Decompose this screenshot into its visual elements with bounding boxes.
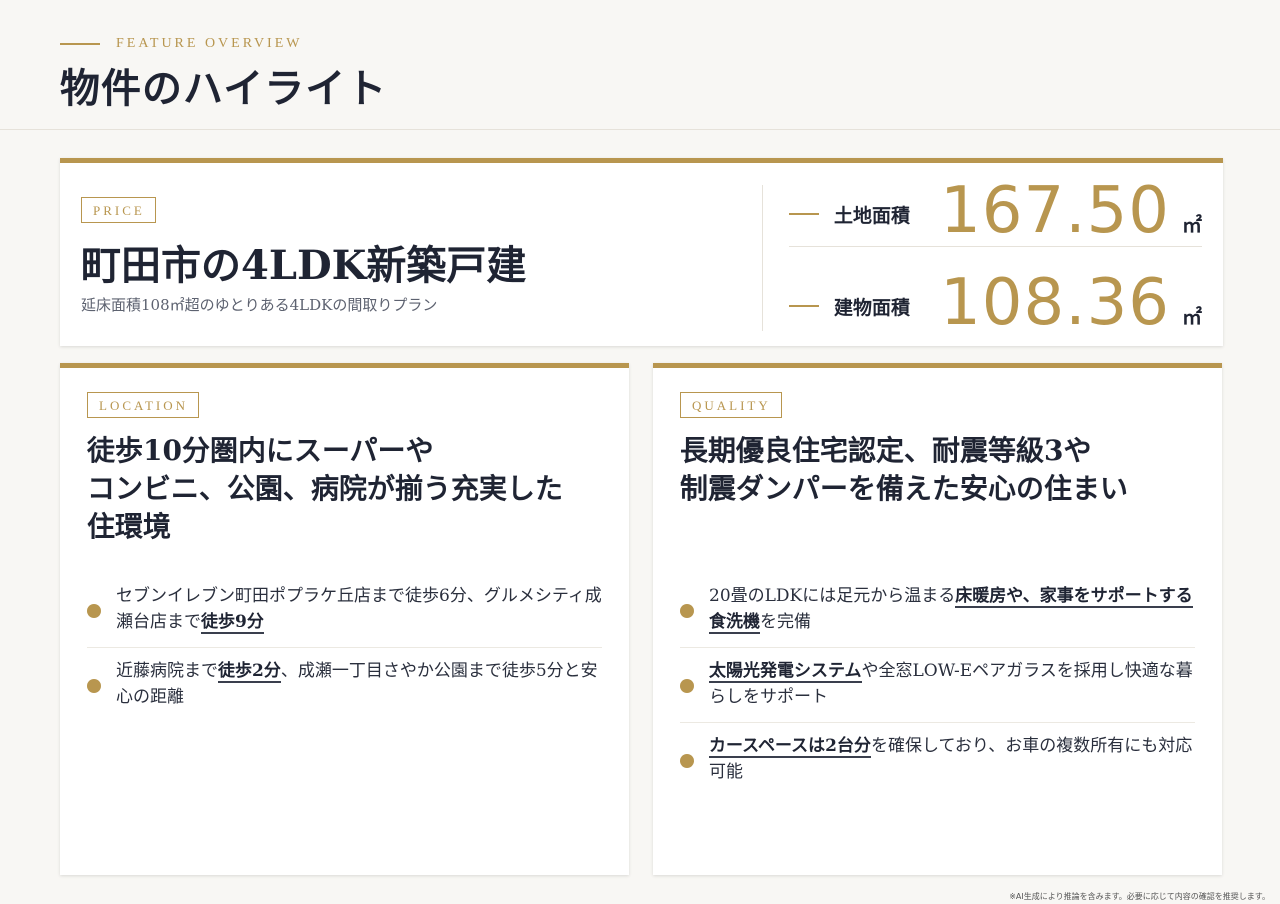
bullet-text: を完備 bbox=[760, 612, 811, 632]
list-item: 20畳のLDKには足元から温まる床暖房や、家事をサポートする食洗機を完備 bbox=[680, 573, 1195, 648]
bullet-dot-icon bbox=[87, 679, 101, 693]
list-item: カースペースは2台分を確保しており、お車の複数所有にも対応可能 bbox=[680, 723, 1195, 797]
area-label: 土地面積 bbox=[834, 205, 911, 227]
list-item: セブンイレブン町田ポプラケ丘店まで徒歩6分、グルメシティ成瀬台店まで徒歩9分 bbox=[87, 573, 602, 648]
land-area-row: 土地面積 167.50 ㎡ bbox=[789, 175, 1202, 247]
eyebrow-line bbox=[60, 43, 100, 45]
bullet-highlight: カースペースは2台分 bbox=[709, 736, 871, 758]
price-subtitle: 延床面積108㎡超のゆとりある4LDKの間取りプラン bbox=[81, 296, 438, 314]
title-line: 徒歩10分圏内にスーパーや bbox=[87, 434, 434, 467]
location-tag: LOCATION bbox=[87, 392, 199, 418]
area-label: 建物面積 bbox=[834, 297, 911, 319]
bullet-dot-icon bbox=[680, 754, 694, 768]
title-line: 制震ダンパーを備えた安心の住まい bbox=[680, 472, 1129, 505]
bullet-highlight: 徒歩9分 bbox=[201, 612, 264, 634]
bullet-text: 20畳のLDKには足元から温まる bbox=[709, 586, 956, 606]
bullet-highlight: 徒歩2分 bbox=[218, 661, 281, 683]
location-bullets: セブンイレブン町田ポプラケ丘店まで徒歩6分、グルメシティ成瀬台店まで徒歩9分 近… bbox=[87, 573, 602, 722]
location-title: 徒歩10分圏内にスーパーや コンビニ、公園、病院が揃う充実した 住環境 bbox=[87, 432, 617, 546]
location-card: LOCATION 徒歩10分圏内にスーパーや コンビニ、公園、病院が揃う充実した… bbox=[60, 363, 629, 875]
title-line: 長期優良住宅認定、耐震等級3や bbox=[680, 434, 1092, 467]
quality-card: QUALITY 長期優良住宅認定、耐震等級3や 制震ダンパーを備えた安心の住まい… bbox=[653, 363, 1222, 875]
disclaimer: ※AI生成により推論を含みます。必要に応じて内容の確認を推奨します。 bbox=[1009, 892, 1270, 901]
vertical-divider bbox=[762, 185, 763, 331]
title-line: 住環境 bbox=[87, 510, 172, 543]
bullet-text: セブンイレブン町田ポプラケ丘店まで徒歩6分、グルメシティ成瀬台店まで bbox=[116, 586, 602, 632]
area-unit: ㎡ bbox=[1182, 213, 1202, 237]
eyebrow: FEATURE OVERVIEW bbox=[60, 35, 302, 53]
bullet-text: 近藤病院まで bbox=[116, 661, 218, 681]
page-header: FEATURE OVERVIEW 物件のハイライト bbox=[0, 0, 1280, 130]
list-item: 近藤病院まで徒歩2分、成瀬一丁目さやか公園まで徒歩5分と安心の距離 bbox=[87, 648, 602, 722]
dash-icon bbox=[789, 305, 819, 307]
bullet-highlight: 太陽光発電システム bbox=[709, 661, 862, 683]
bullet-dot-icon bbox=[680, 604, 694, 618]
area-unit: ㎡ bbox=[1182, 305, 1202, 329]
price-headline: 町田市の4LDK新築戸建 bbox=[81, 242, 527, 289]
area-value: 167.50 bbox=[940, 174, 1170, 248]
page-title: 物件のハイライト bbox=[60, 65, 388, 112]
eyebrow-text: FEATURE OVERVIEW bbox=[116, 36, 303, 51]
title-line: コンビニ、公園、病院が揃う充実した bbox=[87, 472, 564, 505]
bullet-dot-icon bbox=[87, 604, 101, 618]
quality-title: 長期優良住宅認定、耐震等級3や 制震ダンパーを備えた安心の住まい bbox=[680, 432, 1210, 508]
price-tag: PRICE bbox=[81, 197, 156, 223]
list-item: 太陽光発電システムや全窓LOW-Eペアガラスを採用し快適な暮らしをサポート bbox=[680, 648, 1195, 723]
area-value: 108.36 bbox=[940, 266, 1170, 340]
quality-tag: QUALITY bbox=[680, 392, 782, 418]
quality-bullets: 20畳のLDKには足元から温まる床暖房や、家事をサポートする食洗機を完備 太陽光… bbox=[680, 573, 1195, 797]
price-card: PRICE 町田市の4LDK新築戸建 延床面積108㎡超のゆとりある4LDKの間… bbox=[60, 158, 1223, 346]
building-area-row: 建物面積 108.36 ㎡ bbox=[789, 267, 1202, 339]
bullet-dot-icon bbox=[680, 679, 694, 693]
dash-icon bbox=[789, 213, 819, 215]
